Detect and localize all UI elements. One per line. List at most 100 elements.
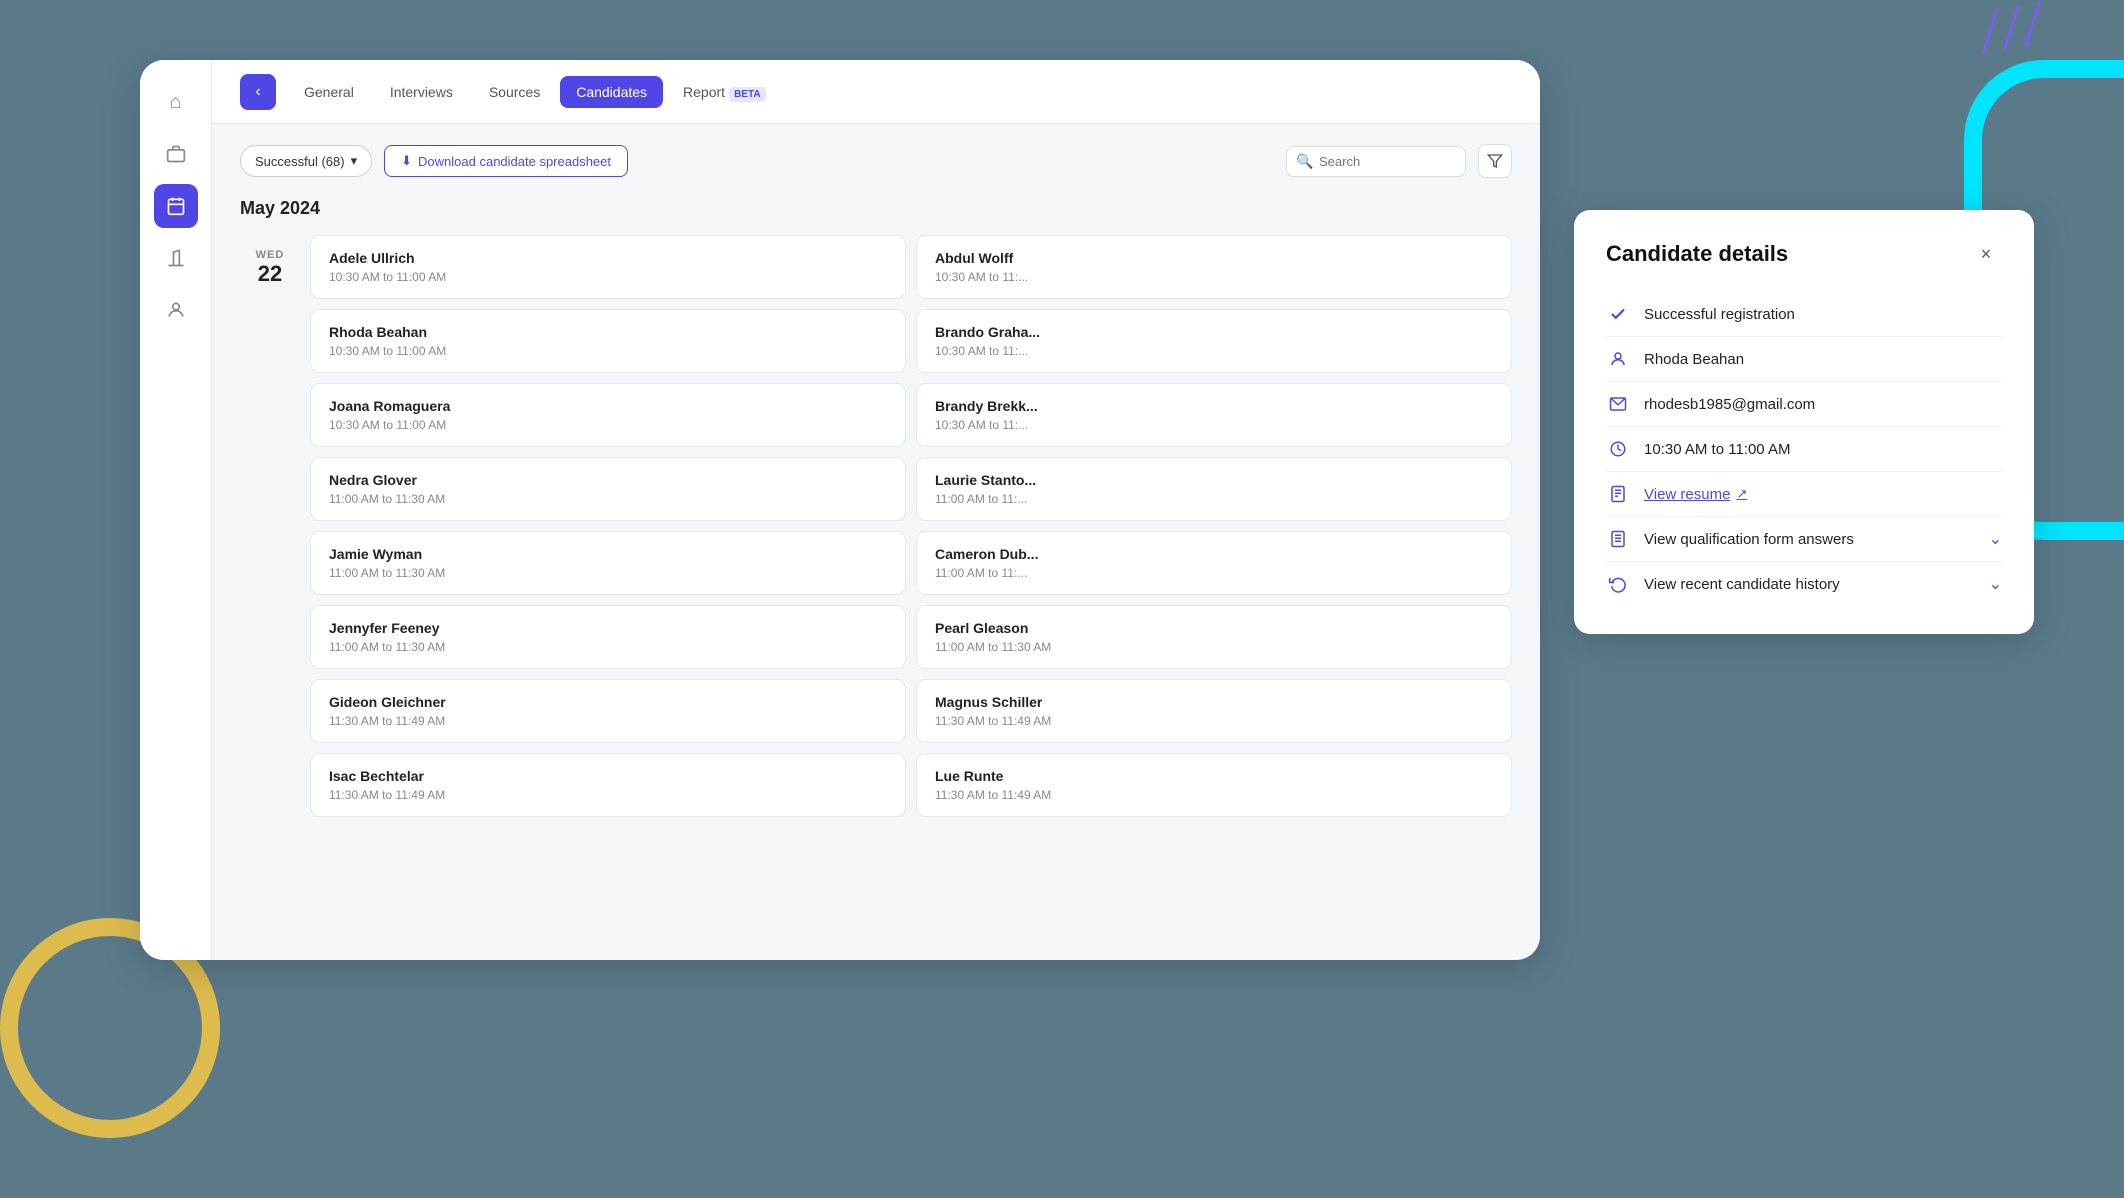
candidate-name: Gideon Gleichner (329, 694, 887, 710)
details-header: Candidate details × (1606, 238, 2002, 270)
candidate-card[interactable]: Laurie Stanto... 11:00 AM to 11:... (916, 457, 1512, 521)
candidate-time: 10:30 AM to 11:00 AM (329, 418, 887, 432)
candidate-time: 10:30 AM to 11:00 AM (329, 270, 887, 284)
candidate-time: 11:00 AM to 11:30 AM (329, 492, 887, 506)
email-icon (1606, 392, 1630, 416)
candidate-name: Adele Ullrich (329, 250, 887, 266)
close-button[interactable]: × (1970, 238, 2002, 270)
candidate-name: Isac Bechtelar (329, 768, 887, 784)
candidate-card[interactable]: Lue Runte 11:30 AM to 11:49 AM (916, 753, 1512, 817)
day-label: WED 22 (240, 235, 300, 287)
candidate-time: 11:30 AM to 11:49 AM (935, 714, 1493, 728)
view-resume-link[interactable]: View resume ↗ (1644, 486, 1747, 503)
main-card: ⌂ ‹ General Interviews Sources Candidate… (140, 60, 1540, 960)
candidate-time: 10:30 AM to 11:... (935, 418, 1493, 432)
person-icon (1606, 347, 1630, 371)
candidate-time: 11:30 AM to 11:49 AM (329, 788, 887, 802)
tab-sources[interactable]: Sources (473, 76, 556, 108)
candidate-time: 11:00 AM to 11:... (935, 566, 1493, 580)
candidate-name: Brando Graha... (935, 324, 1493, 340)
candidate-card[interactable]: Jamie Wyman 11:00 AM to 11:30 AM (310, 531, 906, 595)
candidate-card[interactable]: Cameron Dub... 11:00 AM to 11:... (916, 531, 1512, 595)
sidebar-icon-calendar[interactable] (154, 184, 198, 228)
filter-icon-button[interactable] (1478, 144, 1512, 178)
candidate-time: 11:00 AM to 11:30 AM (935, 640, 1493, 654)
sidebar-icon-people[interactable] (154, 288, 198, 332)
chevron-down-icon: ⌄ (1989, 574, 2002, 594)
candidate-name: Brandy Brekk... (935, 398, 1493, 414)
sidebar-icon-briefcase[interactable] (154, 132, 198, 176)
candidate-card[interactable]: Brandy Brekk... 10:30 AM to 11:... (916, 383, 1512, 447)
sidebar-icon-home[interactable]: ⌂ (154, 80, 198, 124)
sidebar-icon-building[interactable] (154, 236, 198, 280)
download-icon: ⬇ (401, 153, 412, 169)
candidate-time: 11:30 AM to 11:49 AM (329, 714, 887, 728)
month-header: May 2024 (240, 198, 1512, 219)
filter-button[interactable]: Successful (68) ▾ (240, 145, 372, 177)
detail-row-time: 10:30 AM to 11:00 AM (1606, 427, 2002, 472)
detail-row-qualification[interactable]: View qualification form answers ⌄ (1606, 517, 2002, 562)
back-button[interactable]: ‹ (240, 74, 276, 110)
history-icon (1606, 572, 1630, 596)
candidate-time: 10:30 AM to 11:00 AM (329, 344, 887, 358)
candidate-time: 10:30 AM to 11:... (935, 344, 1493, 358)
chevron-down-icon: ▾ (351, 153, 358, 169)
candidate-card[interactable]: Gideon Gleichner 11:30 AM to 11:49 AM (310, 679, 906, 743)
tab-general[interactable]: General (288, 76, 370, 108)
candidate-name: Lue Runte (935, 768, 1493, 784)
candidate-name-detail: Rhoda Beahan (1644, 351, 2002, 368)
tab-interviews[interactable]: Interviews (374, 76, 469, 108)
day-of-month: 22 (258, 261, 282, 287)
detail-row-history[interactable]: View recent candidate history ⌄ (1606, 562, 2002, 606)
resume-icon (1606, 482, 1630, 506)
candidate-name: Pearl Gleason (935, 620, 1493, 636)
detail-row-status: Successful registration (1606, 292, 2002, 337)
candidate-time: 11:00 AM to 11:30 AM (329, 640, 887, 654)
candidate-card[interactable]: Rhoda Beahan 10:30 AM to 11:00 AM (310, 309, 906, 373)
candidate-name: Joana Romaguera (329, 398, 887, 414)
detail-row-name: Rhoda Beahan (1606, 337, 2002, 382)
candidate-card[interactable]: Adele Ullrich 10:30 AM to 11:00 AM (310, 235, 906, 299)
candidate-card[interactable]: Brando Graha... 10:30 AM to 11:... (916, 309, 1512, 373)
candidate-name: Nedra Glover (329, 472, 887, 488)
detail-row-resume[interactable]: View resume ↗ (1606, 472, 2002, 517)
search-icon: 🔍 (1296, 153, 1313, 170)
candidate-card[interactable]: Pearl Gleason 11:00 AM to 11:30 AM (916, 605, 1512, 669)
sidebar: ⌂ (140, 60, 212, 960)
tab-candidates[interactable]: Candidates (560, 76, 663, 108)
candidate-card[interactable]: Isac Bechtelar 11:30 AM to 11:49 AM (310, 753, 906, 817)
main-content: Successful (68) ▾ ⬇ Download candidate s… (212, 124, 1540, 960)
beta-badge: BETA (729, 87, 765, 102)
candidate-time: 10:30 AM to 11:... (935, 270, 1493, 284)
search-wrap: 🔍 (1286, 146, 1466, 177)
candidate-time: 11:00 AM to 11:30 AM (329, 566, 887, 580)
chevron-down-icon: ⌄ (1989, 529, 2002, 549)
purple-lines-decoration: ╱╱╱ (1976, 5, 2046, 52)
candidate-name: Magnus Schiller (935, 694, 1493, 710)
candidate-time: 11:30 AM to 11:49 AM (935, 788, 1493, 802)
clock-icon (1606, 437, 1630, 461)
download-spreadsheet-button[interactable]: ⬇ Download candidate spreadsheet (384, 145, 628, 177)
candidate-card[interactable]: Magnus Schiller 11:30 AM to 11:49 AM (916, 679, 1512, 743)
candidate-name: Jennyfer Feeney (329, 620, 887, 636)
candidate-name: Rhoda Beahan (329, 324, 887, 340)
candidate-card[interactable]: Abdul Wolff 10:30 AM to 11:... (916, 235, 1512, 299)
candidate-rows: Adele Ullrich 10:30 AM to 11:00 AM Abdul… (310, 235, 1512, 817)
candidate-details-panel: Candidate details × Successful registrat… (1574, 210, 2034, 634)
candidate-name: Jamie Wyman (329, 546, 887, 562)
form-icon (1606, 527, 1630, 551)
content-area: ‹ General Interviews Sources Candidates … (212, 60, 1540, 960)
date-section: WED 22 Adele Ullrich 10:30 AM to 11:00 A… (240, 235, 1512, 817)
history-text: View recent candidate history (1644, 576, 1975, 593)
day-of-week: WED (256, 249, 285, 261)
time-text: 10:30 AM to 11:00 AM (1644, 441, 2002, 458)
external-link-icon: ↗ (1736, 486, 1747, 502)
candidate-name: Cameron Dub... (935, 546, 1493, 562)
candidate-name: Laurie Stanto... (935, 472, 1493, 488)
candidate-card[interactable]: Joana Romaguera 10:30 AM to 11:00 AM (310, 383, 906, 447)
candidate-card[interactable]: Nedra Glover 11:00 AM to 11:30 AM (310, 457, 906, 521)
candidate-card[interactable]: Jennyfer Feeney 11:00 AM to 11:30 AM (310, 605, 906, 669)
qualification-text: View qualification form answers (1644, 531, 1975, 548)
filter-label: Successful (68) (255, 154, 345, 169)
tab-report[interactable]: ReportBETA (667, 76, 782, 108)
